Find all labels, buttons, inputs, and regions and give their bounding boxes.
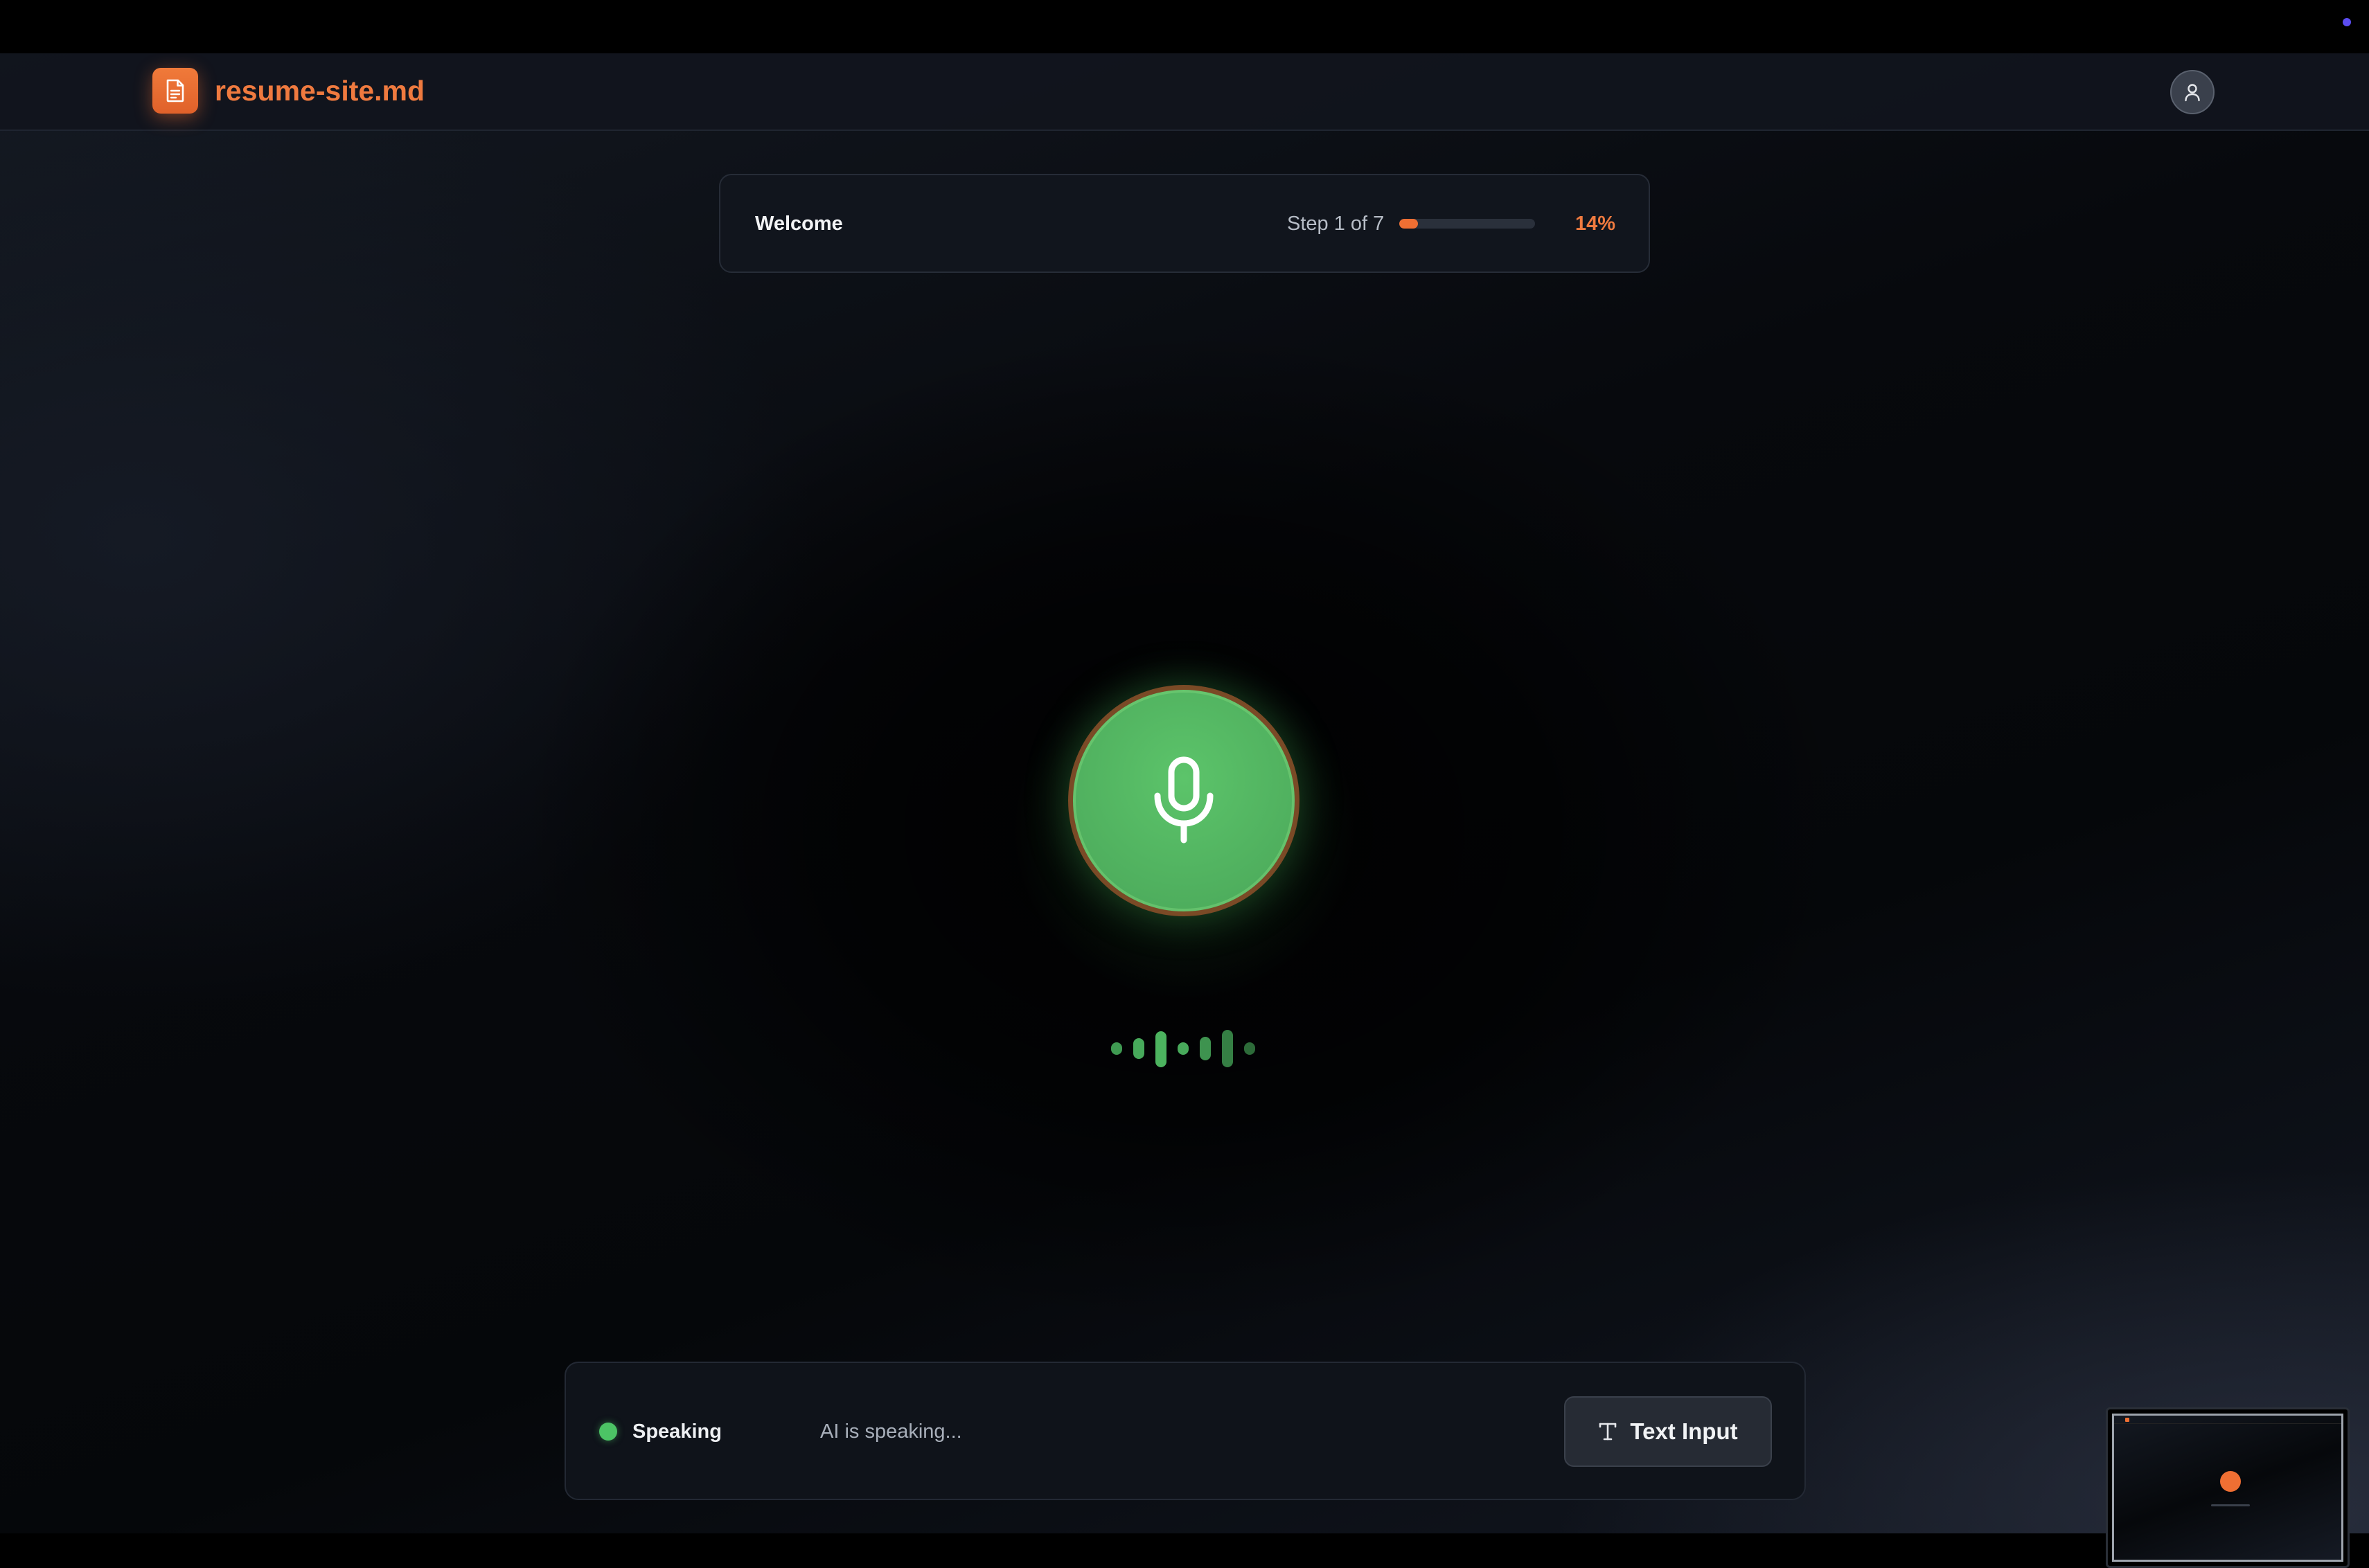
status-message: AI is speaking... — [820, 1420, 962, 1443]
logo[interactable] — [152, 68, 198, 114]
screen-preview-thumbnail[interactable] — [2106, 1407, 2350, 1568]
text-input-label: Text Input — [1630, 1418, 1738, 1444]
waveform-bar — [1111, 1042, 1122, 1055]
app-window: resume-site.md Welcome Step 1 of 7 14% S… — [0, 53, 2369, 1568]
progress-bar-fill — [1399, 219, 1419, 229]
microphone-button[interactable] — [1068, 685, 1299, 916]
waveform-bar — [1155, 1031, 1166, 1067]
preview-header — [2114, 1416, 2341, 1424]
document-icon — [166, 79, 184, 103]
waveform-bar — [1200, 1037, 1211, 1060]
voice-status-bar: Speaking AI is speaking... Text Input — [565, 1362, 1806, 1500]
text-icon — [1599, 1423, 1617, 1441]
screen-preview-frame — [2112, 1414, 2343, 1562]
waveform-bar — [1178, 1042, 1189, 1055]
user-avatar[interactable] — [2170, 70, 2215, 114]
preview-status-line — [2211, 1504, 2250, 1506]
audio-waveform — [1106, 1027, 1265, 1069]
step-title: Welcome — [755, 213, 843, 235]
status-label: Speaking — [632, 1420, 722, 1443]
progress-percent: 14% — [1574, 213, 1615, 235]
speaking-status-dot — [599, 1423, 617, 1441]
step-counter: Step 1 of 7 — [1287, 213, 1385, 235]
waveform-bar — [1133, 1038, 1144, 1059]
progress-bar — [1399, 219, 1535, 229]
app-header: resume-site.md — [0, 53, 2369, 131]
preview-microphone — [2220, 1471, 2241, 1492]
preview-logo — [2125, 1418, 2129, 1422]
microphone-icon — [1154, 756, 1214, 844]
onboarding-progress-card: Welcome Step 1 of 7 14% — [719, 174, 1650, 273]
waveform-bar — [1244, 1042, 1255, 1055]
brand-title[interactable]: resume-site.md — [215, 73, 425, 109]
user-icon — [2185, 84, 2200, 102]
top-bar — [0, 0, 2369, 53]
recording-indicator-dot — [2343, 18, 2351, 26]
text-input-button[interactable]: Text Input — [1564, 1396, 1772, 1467]
waveform-bar — [1222, 1030, 1233, 1067]
